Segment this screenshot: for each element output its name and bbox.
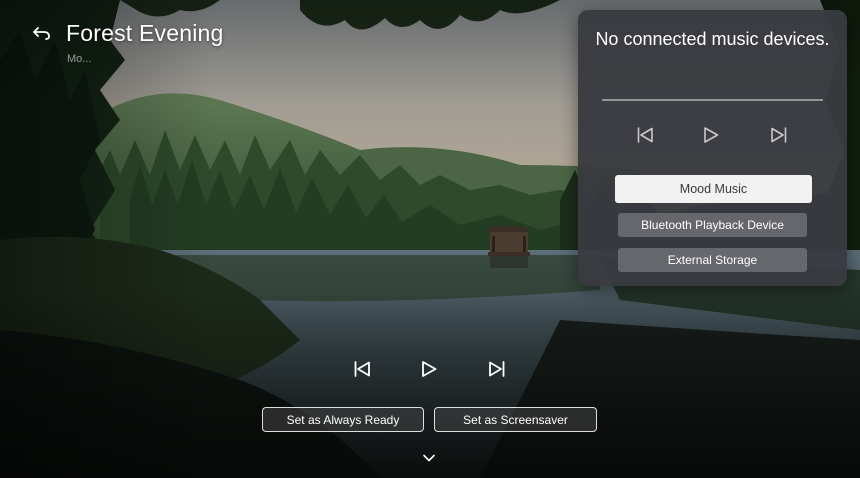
ambient-screen: Forest Evening Mo... Set as Always Ready…	[0, 0, 860, 478]
page-title: Forest Evening	[66, 20, 224, 46]
skip-next-icon	[487, 359, 507, 384]
scroll-down-button[interactable]	[421, 452, 437, 466]
panel-play-button[interactable]	[700, 126, 722, 148]
panel-next-button[interactable]	[768, 126, 790, 148]
panel-previous-button[interactable]	[634, 126, 656, 148]
back-button[interactable]	[30, 24, 54, 46]
previous-track-button[interactable]	[350, 359, 374, 383]
skip-previous-icon	[352, 359, 372, 384]
set-screensaver-button[interactable]: Set as Screensaver	[434, 407, 597, 432]
skip-previous-icon	[635, 125, 655, 150]
external-storage-option[interactable]: External Storage	[618, 248, 807, 272]
mood-music-option[interactable]: Mood Music	[615, 175, 812, 203]
page-subtitle: Mo...	[67, 53, 92, 65]
bluetooth-playback-option[interactable]: Bluetooth Playback Device	[618, 213, 807, 237]
play-icon	[701, 125, 721, 150]
play-icon	[419, 359, 439, 384]
back-arrow-icon	[32, 25, 52, 46]
next-track-button[interactable]	[485, 359, 509, 383]
play-button[interactable]	[417, 359, 441, 383]
chevron-down-icon	[422, 450, 436, 468]
set-always-ready-button[interactable]: Set as Always Ready	[262, 407, 424, 432]
skip-next-icon	[769, 125, 789, 150]
no-devices-message: No connected music devices.	[595, 29, 830, 49]
panel-divider	[602, 99, 823, 101]
music-source-panel: No connected music devices. Mood Music B…	[578, 10, 847, 286]
